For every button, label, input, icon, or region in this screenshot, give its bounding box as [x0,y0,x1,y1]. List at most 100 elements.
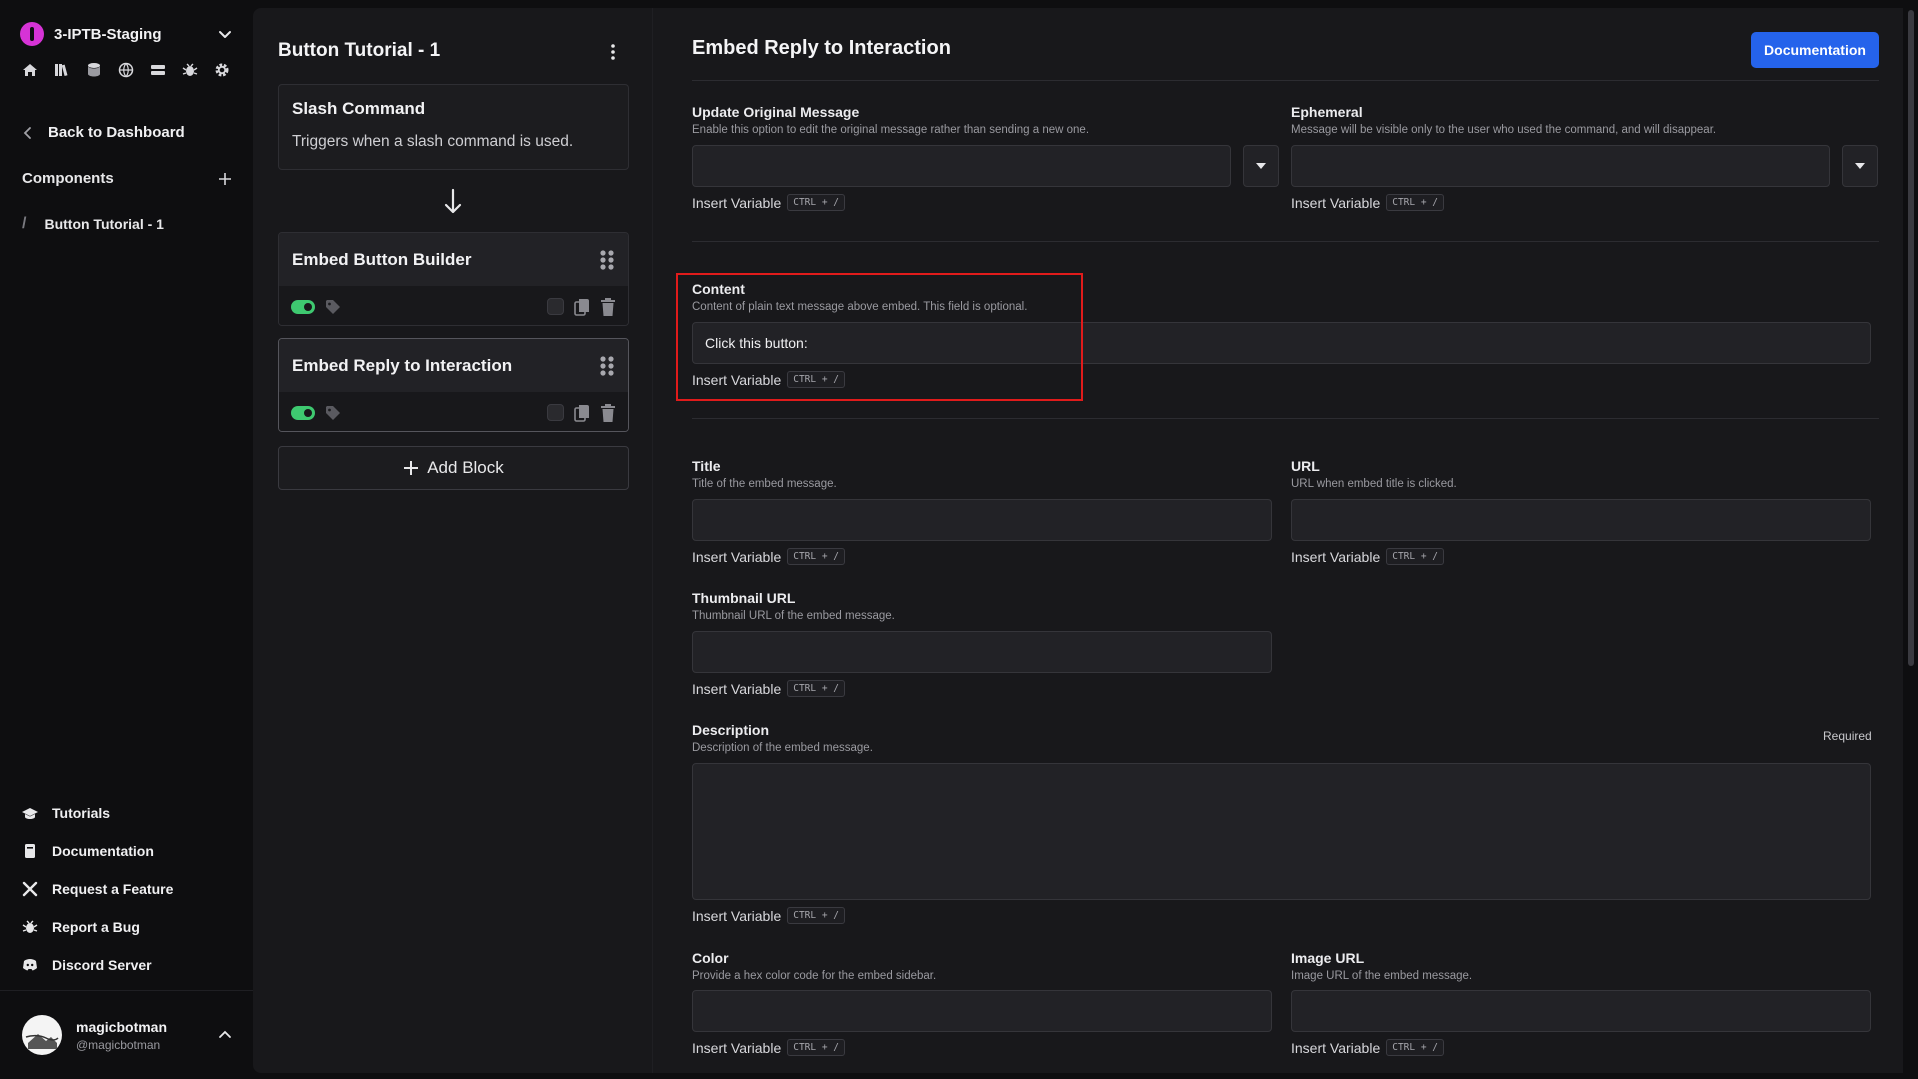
insert-variable-label: Insert Variable [692,1039,782,1056]
slash-divider: / [22,215,27,232]
gear-icon[interactable] [214,62,230,78]
insert-variable-label: Insert Variable [692,680,782,697]
update-original-input[interactable] [692,145,1231,187]
user-name: magicbotman [76,1018,168,1035]
ephemeral-input[interactable] [1291,145,1830,187]
color-input[interactable] [692,990,1272,1032]
update-original-dropdown[interactable] [1243,145,1279,187]
avatar [22,1015,62,1055]
book-icon [25,844,35,858]
insert-variable-link[interactable]: Insert Variable CTRL + / [692,194,845,211]
database-icon[interactable] [86,62,102,78]
more-vertical-icon[interactable] [605,42,621,62]
divider [692,418,1879,419]
sidebar-link-report-bug[interactable]: Report a Bug [22,908,173,946]
sidebar-link-discord[interactable]: Discord Server [22,946,173,984]
caret-down-icon [1855,163,1865,169]
insert-variable-label: Insert Variable [692,907,782,924]
chevron-up-icon[interactable] [218,1028,232,1042]
insert-variable-link[interactable]: Insert Variable CTRL + / [692,1039,845,1056]
avatar-image-icon [25,1034,59,1049]
shortcut-badge: CTRL + / [1386,548,1444,565]
block-select-checkbox[interactable] [547,404,564,421]
insert-variable-link[interactable]: Insert Variable CTRL + / [1291,194,1444,211]
sidebar-link-documentation[interactable]: Documentation [22,832,173,870]
bug-icon[interactable] [182,62,198,78]
add-block-button[interactable]: Add Block [278,446,629,490]
workspace-name: 3-IPTB-Staging [54,25,162,43]
trash-icon[interactable] [600,297,616,316]
flow-title: Button Tutorial - 1 [278,40,441,61]
components-header: Components [22,170,232,187]
field-hint: URL when embed title is clicked. [1291,478,1457,490]
insert-variable-label: Insert Variable [1291,1039,1381,1056]
tools-icon [22,881,38,897]
page-title: Embed Reply to Interaction [692,37,951,59]
insert-variable-link[interactable]: Insert Variable CTRL + / [1291,548,1444,565]
field-hint: Title of the embed message. [692,478,837,490]
tag-icon[interactable] [325,299,341,315]
chevron-down-icon[interactable] [215,24,235,44]
image-url-input[interactable] [1291,990,1871,1032]
server-icon[interactable] [150,62,166,78]
block-enabled-toggle[interactable] [291,405,315,420]
insert-variable-link[interactable]: Insert Variable CTRL + / [692,680,845,697]
scrollbar[interactable] [1908,10,1914,666]
library-icon[interactable] [54,62,70,78]
insert-variable-label: Insert Variable [1291,194,1381,211]
color-field: Color Provide a hex color code for the e… [692,950,936,982]
add-component-icon[interactable] [218,172,232,186]
request-feature-label: Request a Feature [52,881,174,897]
thumbnail-input[interactable] [692,631,1272,673]
sidebar-link-tutorials[interactable]: Tutorials [22,794,173,832]
arrow-down-icon [444,188,462,214]
drag-handle-icon[interactable] [599,249,615,271]
copy-icon[interactable] [574,298,590,316]
user-menu[interactable]: magicbotman @magicbotman [22,1015,232,1055]
trigger-card[interactable]: Slash Command Triggers when a slash comm… [278,84,629,170]
trash-icon[interactable] [600,403,616,422]
drag-handle-icon[interactable] [599,355,615,377]
discord-label: Discord Server [52,957,152,973]
divider [692,241,1879,242]
divider [0,990,253,991]
description-field: Description Description of the embed mes… [692,722,873,754]
ephemeral-dropdown[interactable] [1842,145,1878,187]
insert-variable-label: Insert Variable [692,548,782,565]
required-label: Required [1823,729,1872,743]
field-hint: Description of the embed message. [692,742,873,754]
block-title: Embed Reply to Interaction [292,355,513,375]
home-icon[interactable] [22,62,38,78]
documentation-button[interactable]: Documentation [1751,32,1879,68]
shortcut-badge: CTRL + / [1386,1039,1444,1056]
block-enabled-toggle[interactable] [291,299,315,314]
shortcut-badge: CTRL + / [787,548,845,565]
back-to-dashboard-label: Back to Dashboard [48,124,185,141]
workspace-logo-icon [20,22,44,46]
copy-icon[interactable] [574,404,590,422]
description-textarea[interactable] [692,763,1871,900]
globe-icon[interactable] [118,62,134,78]
back-to-dashboard-link[interactable]: Back to Dashboard [22,124,185,141]
sidebar-item-button-tutorial[interactable]: / Button Tutorial - 1 [22,215,164,233]
tag-icon[interactable] [325,405,341,421]
thumbnail-field: Thumbnail URL Thumbnail URL of the embed… [692,590,895,622]
block-select-checkbox[interactable] [547,298,564,315]
user-handle: @magicbotman [76,1037,161,1052]
update-original-field: Update Original Message Enable this opti… [692,104,1089,136]
title-input[interactable] [692,499,1272,541]
url-input[interactable] [1291,499,1871,541]
insert-variable-link[interactable]: Insert Variable CTRL + / [1291,1039,1444,1056]
plus-icon [404,461,419,475]
field-hint: Thumbnail URL of the embed message. [692,610,895,622]
shortcut-badge: CTRL + / [1386,194,1444,211]
title-field: Title Title of the embed message. [692,458,837,490]
workspace-switcher[interactable]: 3-IPTB-Staging [20,20,235,48]
sidebar-link-request-feature[interactable]: Request a Feature [22,870,173,908]
shortcut-badge: CTRL + / [787,907,845,924]
block-card-embed-button-builder[interactable]: Embed Button Builder [278,232,629,326]
insert-variable-link[interactable]: Insert Variable CTRL + / [692,548,845,565]
block-card-embed-reply[interactable]: Embed Reply to Interaction [278,338,629,432]
insert-variable-link[interactable]: Insert Variable CTRL + / [692,907,845,924]
block-title: Embed Button Builder [292,249,472,269]
